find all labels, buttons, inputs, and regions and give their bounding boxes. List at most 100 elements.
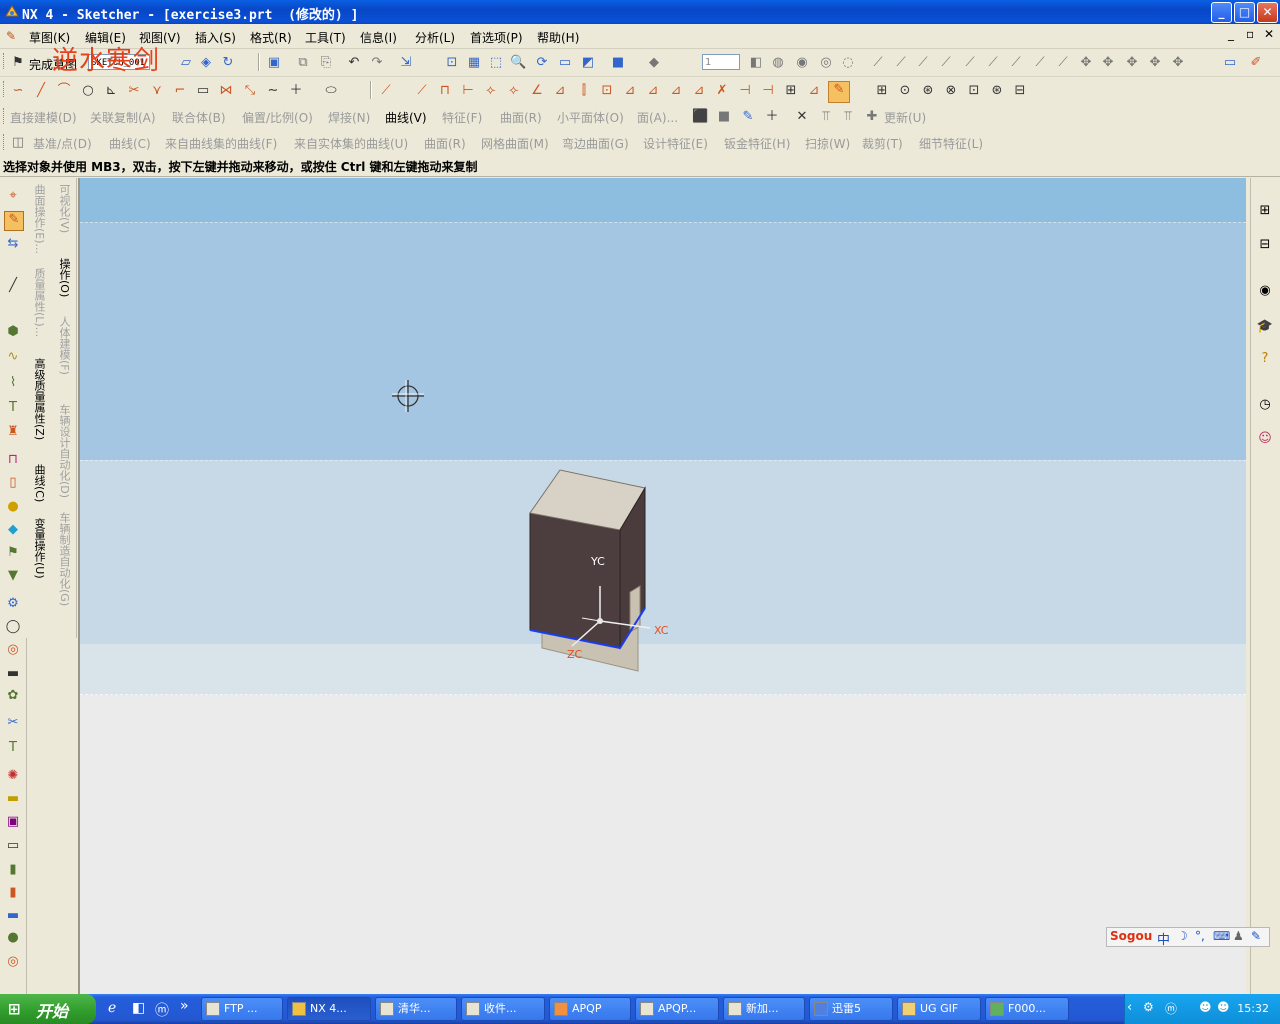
zoom-icon[interactable]: 🔍 xyxy=(510,55,526,71)
datum-point-menu[interactable]: 基准/点(D) xyxy=(33,135,92,152)
tab-vehicle-design[interactable]: 车辆设计自动化(D) xyxy=(56,404,72,498)
task-inbox[interactable]: 收件... xyxy=(461,997,545,1021)
tray-qq2-icon[interactable]: ☻ xyxy=(1217,1000,1230,1014)
task-qinghua[interactable]: 清华... xyxy=(375,997,457,1021)
sketch-icon[interactable]: ⊗ xyxy=(943,83,959,99)
tab-visualization[interactable]: 可视化(V) xyxy=(56,184,72,233)
derived-line-icon[interactable]: ⊾ xyxy=(103,83,119,99)
rotate-icon[interactable]: ⟳ xyxy=(534,55,550,71)
show-constraint-icon[interactable]: ⟣ xyxy=(506,83,522,99)
block-front-face[interactable] xyxy=(529,512,621,649)
animate-dim-icon[interactable]: ⊿ xyxy=(645,83,661,99)
vehicle-icon[interactable]: ▬ xyxy=(5,908,21,924)
sync-icon[interactable]: ■ xyxy=(716,109,732,125)
doc-close-button[interactable]: ✕ xyxy=(1264,27,1274,41)
offset-scale-menu[interactable]: 偏置/比例(O) xyxy=(242,109,313,126)
book-icon[interactable]: ▮ xyxy=(5,862,21,878)
task-f000[interactable]: F000... xyxy=(985,997,1069,1021)
rail-icon[interactable]: ▬ xyxy=(5,666,21,682)
task-ftp[interactable]: FTP ... xyxy=(201,997,283,1021)
paste-icon[interactable]: ⎘ xyxy=(318,55,334,71)
curve-from-curves-menu[interactable]: 来自曲线集的曲线(F) xyxy=(165,135,277,152)
menu-insert[interactable]: 插入(S) xyxy=(195,29,236,46)
nx-app-icon[interactable] xyxy=(4,4,20,20)
polygon-icon[interactable]: ⋈ xyxy=(218,83,234,99)
flange-surface-menu[interactable]: 弯边曲面(G) xyxy=(562,135,629,152)
funnel-icon[interactable]: ▼ xyxy=(5,568,21,584)
t-beam-icon[interactable]: T xyxy=(5,400,21,416)
tab-human-modeling[interactable]: 人体建模(F) xyxy=(56,316,72,375)
task-thunder[interactable]: 迅雷5 xyxy=(809,997,893,1021)
face-menu[interactable]: 面(A)... xyxy=(637,109,678,126)
snap-icon[interactable]: ✥ xyxy=(1078,55,1094,71)
paint-icon[interactable]: ✐ xyxy=(1248,55,1264,71)
sheet-metal-menu[interactable]: 钣金特征(H) xyxy=(724,135,790,152)
quicklaunch-desktop-icon[interactable]: ◧ xyxy=(132,1000,145,1016)
menu-help[interactable]: 帮助(H) xyxy=(537,29,579,46)
shaded-cube-icon[interactable]: ■ xyxy=(610,55,626,71)
feature-menu[interactable]: 特征(F) xyxy=(442,109,482,126)
pan-icon[interactable]: ▭ xyxy=(557,55,573,71)
layer-dropdown[interactable]: 1 xyxy=(702,54,740,70)
task-apqp-1[interactable]: APQP xyxy=(549,997,631,1021)
bar-icon[interactable]: ▬ xyxy=(5,791,21,807)
pipe-icon[interactable]: ⌇ xyxy=(5,375,21,391)
task-nx[interactable]: NX 4... xyxy=(287,997,371,1021)
network-icon[interactable]: ⚙ xyxy=(5,596,21,612)
transform-icon[interactable]: ⇆ xyxy=(5,236,21,252)
curve-menu-2[interactable]: 曲线(C) xyxy=(109,135,151,152)
convert-ref-icon[interactable]: ⊿ xyxy=(668,83,684,99)
doc-minimize-button[interactable]: _ xyxy=(1228,27,1234,41)
arc-icon[interactable]: ⌒ xyxy=(56,83,72,99)
fillet-icon[interactable]: ⌐ xyxy=(172,83,188,99)
tab-variable-ops[interactable]: 变量操作(U) xyxy=(31,518,47,579)
tab-surface-operations[interactable]: 曲面操作(E)... xyxy=(31,184,47,254)
view-shaded-icon[interactable]: ◍ xyxy=(770,55,786,71)
add-icon[interactable]: ＋ xyxy=(764,109,780,125)
bulb-icon[interactable]: ● xyxy=(5,499,21,515)
sketch-icon[interactable]: ⊛ xyxy=(989,83,1005,99)
design-feature-menu[interactable]: 设计特征(E) xyxy=(643,135,708,152)
undo-icon[interactable]: ↶ xyxy=(346,55,362,71)
line-icon[interactable]: ╱ xyxy=(33,83,49,99)
tab-operation[interactable]: 操作(O) xyxy=(56,258,72,297)
fit-icon[interactable]: ⊡ xyxy=(444,55,460,71)
curve-menu[interactable]: 曲线(V) xyxy=(385,109,427,126)
associative-copy-menu[interactable]: 关联复制(A) xyxy=(90,109,156,126)
clock-icon[interactable]: ◷ xyxy=(1256,396,1274,414)
keyboard-icon[interactable]: ⌨ xyxy=(1213,929,1230,943)
start-button[interactable]: ⊞ 开始 xyxy=(0,994,96,1024)
assembly-navigator-icon[interactable]: ⊞ xyxy=(1256,202,1274,220)
menu-information[interactable]: 信息(I) xyxy=(360,29,397,46)
flag-icon[interactable]: ⚑ xyxy=(5,545,21,561)
sketch-icon[interactable]: ⊙ xyxy=(897,83,913,99)
zoom-window-icon[interactable]: ▦ xyxy=(466,55,482,71)
on-path-icon[interactable]: ⊿ xyxy=(806,83,822,99)
surface-menu[interactable]: 曲面(R) xyxy=(500,109,542,126)
clock[interactable]: 15:32 xyxy=(1237,1002,1269,1015)
close-button[interactable]: ✕ xyxy=(1257,2,1278,23)
alt-solution-icon[interactable]: ⊿ xyxy=(691,83,707,99)
doc-restore-button[interactable]: ▫ xyxy=(1246,27,1254,41)
tab-mass-properties[interactable]: 质量属性(L)... xyxy=(31,268,47,337)
profile-icon[interactable]: ∽ xyxy=(10,83,26,99)
sketch-icon[interactable]: ⊞ xyxy=(874,83,890,99)
snap-perp-icon[interactable]: ⟋ xyxy=(1032,55,1048,71)
redo-icon[interactable]: ↷ xyxy=(369,55,385,71)
help-icon[interactable]: ? xyxy=(1256,350,1274,368)
vertical-dim-icon[interactable]: ⫿ xyxy=(576,83,592,99)
quick-trim-icon[interactable]: ✂ xyxy=(126,83,142,99)
combine-menu[interactable]: 联合体(B) xyxy=(172,109,226,126)
fixture-icon[interactable]: ⊓ xyxy=(5,452,21,468)
create-constraint-icon[interactable]: ⊣ xyxy=(760,83,776,99)
task-new[interactable]: 新加... xyxy=(723,997,805,1021)
tray-qq-icon[interactable]: ☻ xyxy=(1199,1000,1212,1014)
roles-icon[interactable]: ☺ xyxy=(1256,430,1274,448)
web-browser-icon[interactable]: ◉ xyxy=(1256,282,1274,300)
snap-icon[interactable]: ✥ xyxy=(1100,55,1116,71)
column-icon[interactable]: T xyxy=(5,740,21,756)
delete-constraint-icon[interactable]: ✗ xyxy=(714,83,730,99)
detail-feature-menu[interactable]: 细节特征(L) xyxy=(919,135,983,152)
graphics-window[interactable]: YC XC ZC xyxy=(78,178,1246,994)
quicklaunch-ie-icon[interactable]: ℯ xyxy=(108,1000,116,1016)
